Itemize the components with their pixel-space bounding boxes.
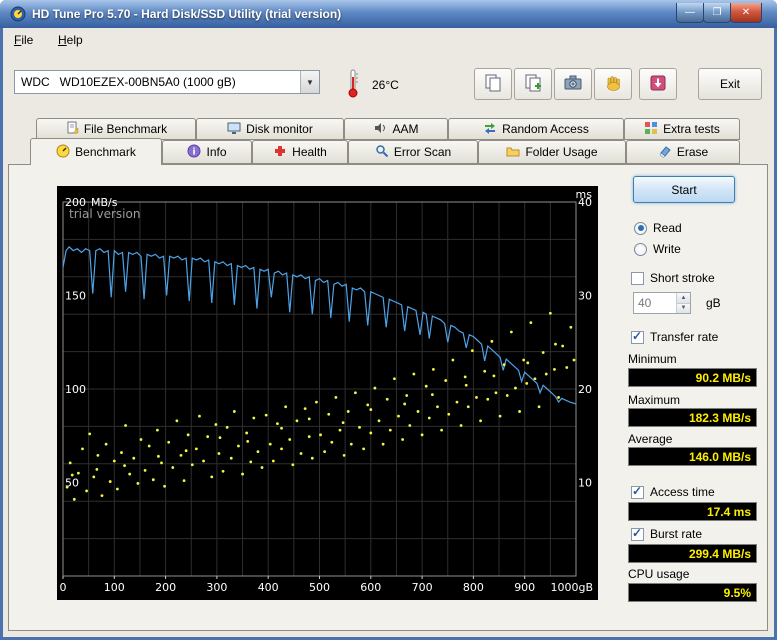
transfer-rate-checkbox[interactable] bbox=[631, 331, 644, 344]
window-title: HD Tune Pro 5.70 - Hard Disk/SSD Utility… bbox=[32, 7, 341, 21]
close-button[interactable]: ✕ bbox=[730, 3, 762, 23]
aam-icon bbox=[373, 121, 387, 138]
svg-text:20: 20 bbox=[578, 383, 592, 396]
write-radio-row[interactable]: Write bbox=[634, 242, 681, 256]
access-time-checkbox[interactable] bbox=[631, 486, 644, 499]
extra-tests-icon bbox=[644, 121, 658, 138]
error-scan-icon bbox=[375, 144, 389, 161]
burst-rate-value: 299.4 MB/s bbox=[628, 544, 757, 563]
short-stroke-row[interactable]: Short stroke bbox=[631, 271, 715, 285]
svg-text:150: 150 bbox=[65, 290, 86, 303]
tab-aam[interactable]: AAM bbox=[344, 118, 448, 140]
benchmark-chart-svg: 01002003004005006007008009001000gB200150… bbox=[57, 186, 598, 600]
svg-text:700: 700 bbox=[412, 581, 433, 594]
tab-folder-usage[interactable]: Folder Usage bbox=[478, 140, 626, 164]
svg-text:ms: ms bbox=[576, 188, 593, 201]
tab-random-access[interactable]: Random Access bbox=[448, 118, 624, 140]
save-download-button[interactable] bbox=[639, 68, 677, 100]
access-time-row[interactable]: Access time bbox=[631, 485, 715, 499]
options-button[interactable] bbox=[594, 68, 632, 100]
hd-tune-window: HD Tune Pro 5.70 - Hard Disk/SSD Utility… bbox=[0, 0, 777, 640]
svg-text:400: 400 bbox=[258, 581, 279, 594]
temperature-icon bbox=[346, 68, 360, 101]
svg-text:1000gB: 1000gB bbox=[550, 581, 593, 594]
svg-text:i: i bbox=[193, 147, 196, 157]
maximum-value: 182.3 MB/s bbox=[628, 408, 757, 427]
stepper-up-icon[interactable]: ▲ bbox=[677, 293, 690, 304]
benchmark-chart: 01002003004005006007008009001000gB200150… bbox=[57, 186, 598, 600]
health-icon bbox=[273, 144, 287, 161]
tab-extra-tests[interactable]: Extra tests bbox=[624, 118, 740, 140]
tab-error-scan[interactable]: Error Scan bbox=[348, 140, 478, 164]
svg-text:trial version: trial version bbox=[69, 207, 140, 221]
svg-text:100: 100 bbox=[104, 581, 125, 594]
maximize-button[interactable]: ❐ bbox=[703, 3, 731, 23]
short-stroke-input-box[interactable]: ▲▼ bbox=[633, 292, 691, 314]
copy-results-icon bbox=[523, 73, 543, 96]
stepper-down-icon[interactable]: ▼ bbox=[677, 304, 690, 314]
transfer-rate-row[interactable]: Transfer rate bbox=[631, 330, 718, 344]
minimum-label: Minimum bbox=[628, 352, 677, 366]
tab-benchmark[interactable]: Benchmark bbox=[30, 138, 162, 165]
svg-text:30: 30 bbox=[578, 290, 592, 303]
svg-text:10: 10 bbox=[578, 477, 592, 490]
average-value: 146.0 MB/s bbox=[628, 447, 757, 466]
tab-disk-monitor[interactable]: Disk monitor bbox=[196, 118, 344, 140]
short-stroke-input[interactable] bbox=[634, 293, 676, 313]
hand-icon bbox=[603, 73, 623, 96]
svg-text:100: 100 bbox=[65, 383, 86, 396]
svg-text:600: 600 bbox=[360, 581, 381, 594]
benchmark-icon bbox=[56, 144, 70, 161]
svg-text:200: 200 bbox=[155, 581, 176, 594]
burst-rate-checkbox[interactable] bbox=[631, 528, 644, 541]
drive-select-value: WDC WD10EZEX-00BN5A0 (1000 gB) bbox=[15, 75, 236, 89]
file-benchmark-icon bbox=[65, 121, 79, 138]
folder-usage-icon bbox=[506, 144, 520, 161]
svg-text:900: 900 bbox=[514, 581, 535, 594]
read-radio[interactable] bbox=[634, 222, 647, 235]
tab-erase[interactable]: Erase bbox=[626, 140, 740, 164]
screenshot-button[interactable] bbox=[554, 68, 592, 100]
cpu-usage-label: CPU usage bbox=[628, 567, 689, 581]
svg-text:0: 0 bbox=[60, 581, 67, 594]
write-radio[interactable] bbox=[634, 243, 647, 256]
maximum-label: Maximum bbox=[628, 393, 680, 407]
minimize-button[interactable]: — bbox=[676, 3, 704, 23]
copy-button[interactable] bbox=[474, 68, 512, 100]
disk-monitor-icon bbox=[227, 121, 241, 138]
random-access-icon bbox=[483, 121, 497, 138]
copy-results-button[interactable] bbox=[514, 68, 552, 100]
menu-help[interactable]: Help bbox=[52, 31, 89, 49]
short-stroke-unit: gB bbox=[706, 296, 721, 310]
tab-file-benchmark[interactable]: File Benchmark bbox=[36, 118, 196, 140]
short-stroke-checkbox[interactable] bbox=[631, 272, 644, 285]
info-icon: i bbox=[187, 144, 201, 161]
tab-health[interactable]: Health bbox=[252, 140, 348, 164]
titlebar: HD Tune Pro 5.70 - Hard Disk/SSD Utility… bbox=[0, 0, 777, 28]
download-icon bbox=[648, 73, 668, 96]
erase-icon bbox=[658, 144, 672, 161]
minimum-value: 90.2 MB/s bbox=[628, 368, 757, 387]
chevron-down-icon[interactable]: ▼ bbox=[300, 71, 319, 93]
svg-text:300: 300 bbox=[206, 581, 227, 594]
menu-file[interactable]: File bbox=[8, 31, 39, 49]
camera-icon bbox=[563, 73, 583, 96]
svg-text:500: 500 bbox=[309, 581, 330, 594]
drive-select[interactable]: WDC WD10EZEX-00BN5A0 (1000 gB) ▼ bbox=[14, 70, 320, 94]
temperature-value: 26°C bbox=[372, 78, 399, 92]
tab-info[interactable]: i Info bbox=[162, 140, 252, 164]
average-label: Average bbox=[628, 432, 672, 446]
app-icon bbox=[10, 6, 26, 25]
read-radio-row[interactable]: Read bbox=[634, 221, 682, 235]
burst-rate-row[interactable]: Burst rate bbox=[631, 527, 702, 541]
svg-text:800: 800 bbox=[463, 581, 484, 594]
copy-icon bbox=[483, 73, 503, 96]
exit-button[interactable]: Exit bbox=[698, 68, 762, 100]
start-button[interactable]: Start bbox=[633, 176, 735, 203]
cpu-usage-value: 9.5% bbox=[628, 583, 757, 602]
access-time-value: 17.4 ms bbox=[628, 502, 757, 521]
short-stroke-stepper[interactable]: ▲▼ bbox=[676, 293, 690, 313]
